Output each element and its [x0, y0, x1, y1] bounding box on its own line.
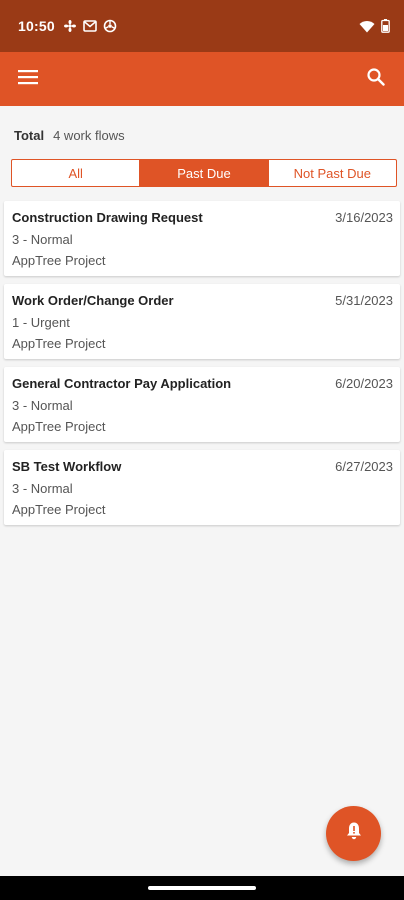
vpn-icon — [103, 19, 117, 33]
home-indicator[interactable] — [148, 886, 256, 890]
total-count: 4 work flows — [53, 127, 125, 143]
wifi-icon — [359, 20, 375, 33]
workflow-priority: 3 - Normal — [12, 481, 73, 496]
search-button[interactable] — [364, 67, 388, 91]
gmail-icon — [83, 20, 97, 32]
system-navigation-bar — [0, 876, 404, 900]
total-label: Total — [14, 127, 45, 143]
filter-tab-past-due[interactable]: Past Due — [139, 160, 268, 186]
workflow-priority: 1 - Urgent — [12, 315, 70, 330]
workflow-due-date: 6/20/2023 — [335, 376, 393, 391]
workflow-card[interactable]: Work Order/Change Order 5/31/2023 1 - Ur… — [4, 284, 400, 359]
status-time: 10:50 — [18, 18, 55, 34]
workflow-title: SB Test Workflow — [12, 459, 122, 474]
filter-tab-all[interactable]: All — [12, 160, 139, 186]
workflow-due-date: 6/27/2023 — [335, 459, 393, 474]
workflow-priority: 3 - Normal — [12, 398, 73, 413]
notifications-fab[interactable] — [326, 806, 381, 861]
total-summary: Total 4 work flows — [14, 126, 125, 144]
workflow-card[interactable]: General Contractor Pay Application 6/20/… — [4, 367, 400, 442]
fan-icon — [63, 19, 77, 33]
notification-bell-icon — [345, 821, 363, 846]
status-icons-left — [63, 19, 117, 33]
workflow-due-date: 5/31/2023 — [335, 293, 393, 308]
workflow-project: AppTree Project — [12, 419, 106, 434]
battery-icon — [381, 19, 390, 33]
workflow-title: Work Order/Change Order — [12, 293, 174, 308]
status-icons-right — [359, 19, 390, 33]
filter-segmented-control: All Past Due Not Past Due — [11, 159, 397, 187]
menu-button[interactable] — [16, 67, 40, 91]
workflow-card[interactable]: Construction Drawing Request 3/16/2023 3… — [4, 201, 400, 276]
workflow-priority: 3 - Normal — [12, 232, 73, 247]
hamburger-menu-icon — [18, 69, 38, 90]
workflow-project: AppTree Project — [12, 336, 106, 351]
workflow-list: Construction Drawing Request 3/16/2023 3… — [4, 201, 400, 533]
status-bar: 10:50 — [0, 0, 404, 52]
app-bar — [0, 52, 404, 106]
workflow-project: AppTree Project — [12, 502, 106, 517]
search-icon — [367, 67, 385, 91]
workflow-title: Construction Drawing Request — [12, 210, 203, 225]
workflow-card[interactable]: SB Test Workflow 6/27/2023 3 - Normal Ap… — [4, 450, 400, 525]
workflow-title: General Contractor Pay Application — [12, 376, 232, 391]
workflow-due-date: 3/16/2023 — [335, 210, 393, 225]
filter-tab-not-past-due[interactable]: Not Past Due — [267, 160, 396, 186]
workflow-project: AppTree Project — [12, 253, 106, 268]
